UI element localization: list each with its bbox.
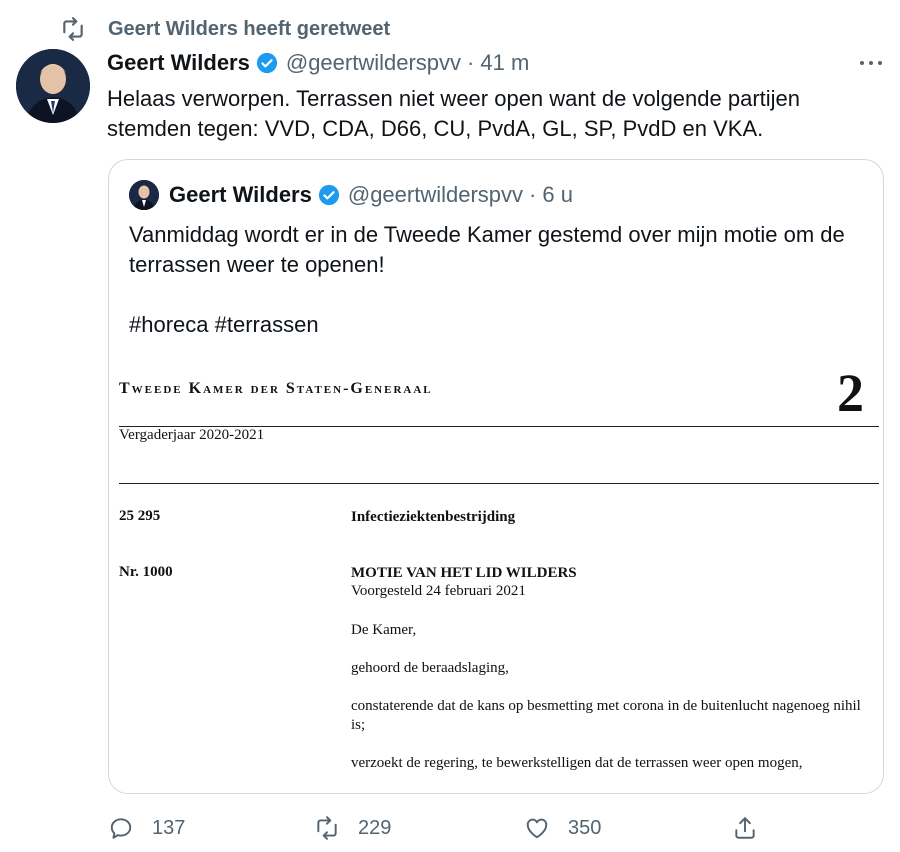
retweet-icon	[317, 816, 337, 840]
author-name[interactable]: Geert Wilders	[107, 50, 250, 76]
avatar[interactable]	[16, 49, 90, 123]
action-bar: 137 229 350	[0, 808, 900, 848]
doc-number: 2	[837, 363, 864, 423]
doc-line: constaterende dat de kans op besmetting …	[351, 698, 861, 733]
doc-line: De Kamer,	[351, 622, 417, 638]
retweet-icon	[63, 17, 83, 41]
quoted-hashtags[interactable]: #horeca #terrassen	[129, 310, 869, 340]
quoted-author-handle: @geertwilderspvv	[347, 182, 524, 207]
doc-divider	[119, 483, 879, 484]
retweet-button[interactable]: 229	[314, 808, 391, 848]
doc-proposed: Voorgesteld 24 februari 2021	[351, 583, 526, 599]
doc-line: verzoekt de regering, te bewerkstelligen…	[351, 755, 803, 771]
doc-title: Tweede Kamer der Staten-Generaal	[119, 380, 433, 397]
more-button[interactable]	[856, 50, 886, 76]
tweet-header: Geert Wilders @geertwilderspvv · 41 m	[107, 50, 529, 76]
retweet-banner[interactable]: Geert Wilders heeft geretweet	[60, 14, 390, 44]
reply-count: 137	[152, 816, 186, 839]
doc-line: gehoord de beraadslaging,	[351, 660, 509, 676]
separator: ·	[467, 50, 475, 75]
doc-dossier-title: Infectieziektenbestrijding	[351, 509, 516, 525]
doc-motion-no: Nr. 1000	[119, 564, 173, 580]
retweet-count: 229	[358, 816, 392, 839]
tweet-time[interactable]: 41 m	[480, 50, 529, 76]
verified-badge-icon	[318, 184, 339, 206]
like-button[interactable]: 350	[524, 808, 601, 848]
verified-badge-icon	[256, 52, 277, 74]
quoted-text: Vanmiddag wordt er in de Tweede Kamer ge…	[129, 222, 845, 277]
document-image[interactable]: Tweede Kamer der Staten-Generaal 2 Verga…	[109, 360, 883, 793]
more-icon	[860, 61, 882, 65]
quoted-time: 6 u	[542, 182, 573, 207]
tweet-text: Helaas verworpen. Terrassen niet weer op…	[107, 86, 801, 141]
retweet-banner-text: Geert Wilders heeft geretweet	[108, 17, 391, 40]
doc-motion-title: MOTIE VAN HET LID WILDERS	[351, 565, 577, 581]
quoted-tweet[interactable]: Geert Wilders @geertwilderspvv · 6 u Van…	[108, 159, 884, 794]
reply-button[interactable]: 137	[108, 808, 185, 848]
quoted-avatar	[129, 180, 159, 210]
doc-dossier-no: 25 295	[119, 508, 161, 524]
reply-icon	[110, 818, 132, 839]
quoted-header: Geert Wilders @geertwilderspvv · 6 u	[129, 180, 573, 210]
like-icon	[526, 818, 548, 839]
separator: ·	[529, 182, 537, 207]
doc-year: Vergaderjaar 2020-2021	[119, 427, 265, 443]
share-icon	[735, 817, 755, 839]
like-count: 350	[568, 816, 602, 839]
quoted-author-name: Geert Wilders	[169, 182, 312, 207]
quoted-text-block: Vanmiddag wordt er in de Tweede Kamer ge…	[129, 220, 869, 340]
author-handle[interactable]: @geertwilderspvv	[286, 50, 461, 76]
share-button[interactable]	[732, 808, 758, 848]
